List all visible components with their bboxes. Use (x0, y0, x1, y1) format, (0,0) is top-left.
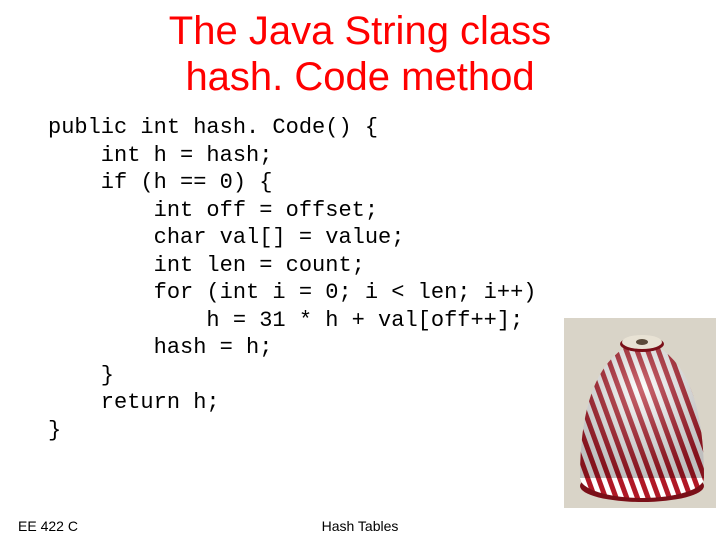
slide-title: The Java String class hash. Code method (0, 8, 720, 100)
title-line-1: The Java String class (169, 9, 551, 53)
spool-of-twine-image (564, 318, 716, 508)
footer-topic: Hash Tables (0, 518, 720, 534)
title-line-2: hash. Code method (185, 55, 534, 99)
